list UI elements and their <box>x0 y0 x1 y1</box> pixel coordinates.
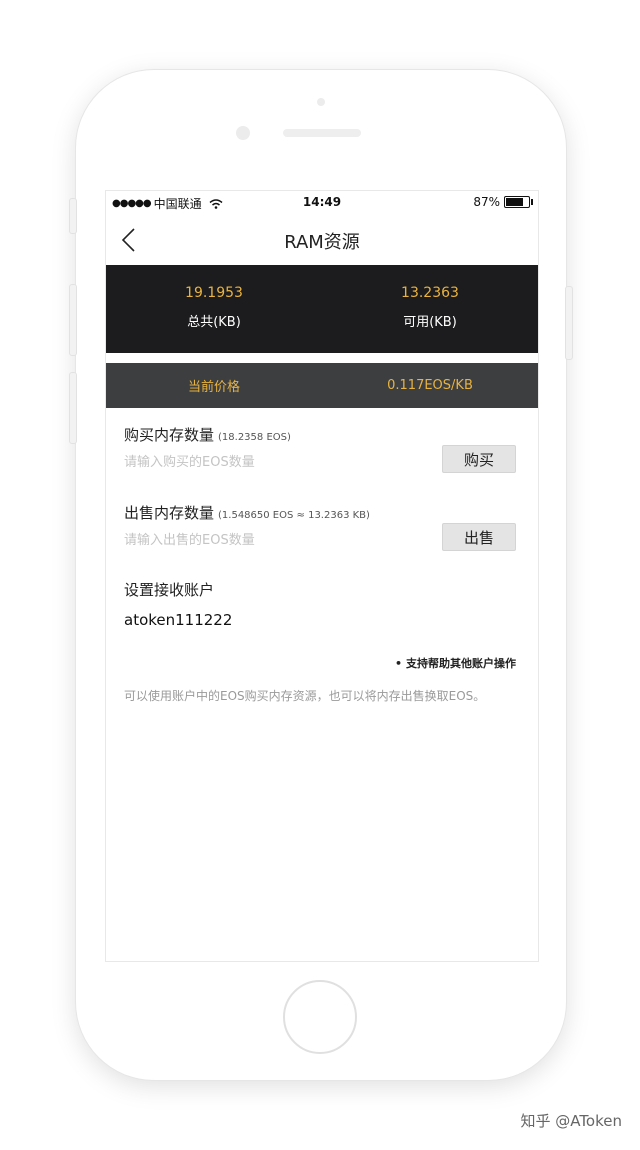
total-label: 总共(KB) <box>187 315 241 330</box>
buy-button[interactable]: 购买 <box>442 445 516 473</box>
sell-button[interactable]: 出售 <box>442 523 516 551</box>
price-value: 0.117EOS/KB <box>387 378 473 393</box>
buy-section-label: 购买内存数量 (18.2358 EOS) <box>124 424 291 445</box>
receiver-label: 设置接收账户 <box>124 581 215 599</box>
battery-percent: 87% <box>473 195 500 209</box>
volume-down-button <box>69 372 77 444</box>
description-text: 可以使用账户中的EOS购买内存资源，也可以将内存出售换取EOS。 <box>124 689 486 703</box>
battery-icon <box>504 196 533 208</box>
power-button <box>565 286 573 360</box>
price-bar: 当前价格 0.117EOS/KB <box>106 363 538 408</box>
buy-label: 购买内存数量 <box>124 426 215 444</box>
volume-up-button <box>69 284 77 356</box>
status-bar: ●●●●● 中国联通 14:49 87% <box>106 191 538 215</box>
sell-section-label: 出售内存数量 (1.548650 EOS ≈ 13.2363 KB) <box>124 502 370 523</box>
help-other-accounts-link[interactable]: • 支持帮助其他账户操作 <box>395 655 516 671</box>
buy-amount-input[interactable] <box>124 451 424 473</box>
help-text: 支持帮助其他账户操作 <box>406 657 516 670</box>
mute-switch <box>69 198 77 234</box>
help-bullet: • <box>394 657 402 670</box>
price-label: 当前价格 <box>187 380 240 395</box>
available-label: 可用(KB) <box>403 315 457 330</box>
proximity-sensor <box>317 98 325 106</box>
battery-cap <box>531 199 533 205</box>
ram-summary-panel: 19.1953 总共(KB) 13.2363 可用(KB) <box>106 265 538 353</box>
available-column: 13.2363 可用(KB) <box>322 265 538 353</box>
total-value: 19.1953 <box>185 285 243 301</box>
receiver-account-value[interactable]: atoken111222 <box>124 611 232 629</box>
page: ●●●●● 中国联通 14:49 87% RAM资源 19.1953 总共(KB… <box>0 0 640 1150</box>
earpiece-speaker <box>283 129 361 137</box>
total-column: 19.1953 总共(KB) <box>106 265 322 353</box>
battery-fill <box>506 198 523 206</box>
buy-note: (18.2358 EOS) <box>218 432 291 443</box>
page-title: RAM资源 <box>284 232 360 253</box>
nav-bar: RAM资源 <box>106 215 538 265</box>
watermark: 知乎 @AToken <box>520 1112 622 1130</box>
home-button[interactable] <box>283 980 357 1054</box>
sell-label: 出售内存数量 <box>124 504 215 522</box>
front-camera <box>236 126 250 140</box>
sell-amount-input[interactable] <box>124 529 424 551</box>
sell-note: (1.548650 EOS ≈ 13.2363 KB) <box>218 510 370 521</box>
status-right: 87% <box>473 195 533 209</box>
available-value: 13.2363 <box>401 285 459 301</box>
app-screen: ●●●●● 中国联通 14:49 87% RAM资源 19.1953 总共(KB… <box>105 190 539 962</box>
